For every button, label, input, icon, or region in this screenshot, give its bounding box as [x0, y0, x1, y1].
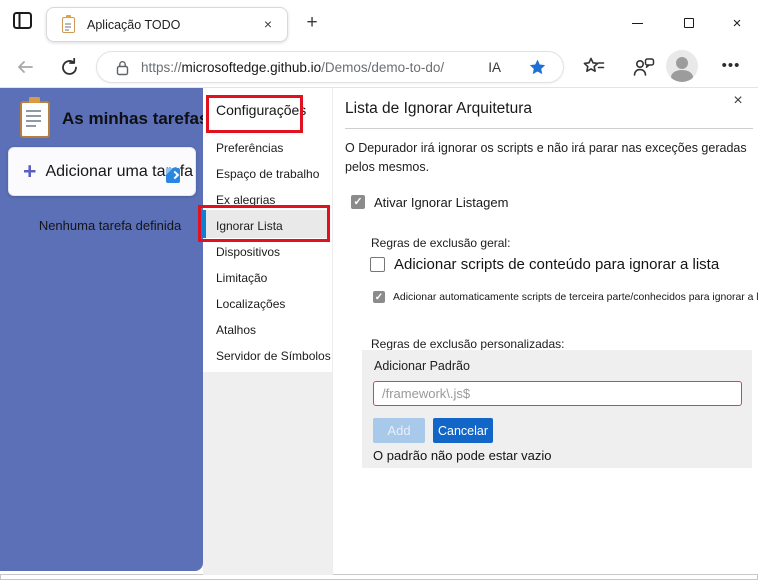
content-scripts-label[interactable]: Adicionar scripts de conteúdo para ignor… — [394, 256, 719, 273]
page-content: As minhas tarefas + Adicionar uma tarefa… — [0, 88, 758, 575]
custom-rules-box: Adicionar Padrão Add Cancelar O padrão n… — [362, 350, 752, 468]
menu-divider — [332, 88, 333, 575]
third-party-label[interactable]: Adicionar automaticamente scripts de ter… — [393, 292, 758, 303]
selected-item-accent-bar — [201, 210, 206, 238]
cancel-button[interactable]: Cancelar — [433, 418, 493, 443]
add-pattern-label: Adicionar Padrão — [374, 359, 470, 373]
tasks-clipboard-icon — [20, 97, 50, 138]
tab-close-icon[interactable]: × — [259, 15, 277, 33]
settings-item-limitacao[interactable]: Limitação — [216, 271, 328, 291]
settings-heading: Configurações — [216, 102, 307, 118]
tab-actions-menu-icon[interactable] — [12, 11, 38, 35]
favorite-star-icon[interactable] — [528, 58, 547, 82]
third-party-checkbox[interactable]: ✓ — [373, 291, 385, 303]
add-button[interactable]: Add — [373, 418, 425, 443]
maximize-icon — [684, 18, 694, 28]
url-protocol: https:// — [141, 60, 182, 75]
settings-item-experiencias[interactable]: Ex alegrias — [216, 193, 328, 213]
settings-more-button[interactable]: ••• — [716, 54, 746, 80]
settings-item-atalhos[interactable]: Atalhos — [216, 323, 328, 343]
tab-title: Aplicação TODO — [87, 18, 181, 32]
general-rules-label: Regras de exclusão geral: — [371, 236, 511, 250]
panel-description: O Depurador irá ignorar os scripts e não… — [345, 141, 747, 174]
avatar-body-icon — [671, 70, 693, 82]
back-button[interactable] — [12, 54, 38, 80]
cursor-badge-icon — [166, 168, 180, 183]
panel-title: Lista de Ignorar Arquitetura — [345, 100, 532, 117]
plus-icon: + — [23, 158, 37, 184]
custom-rules-label: Regras de exclusão personalizadas: — [371, 337, 565, 351]
ia-badge[interactable]: IA — [488, 60, 501, 75]
settings-item-localizacoes[interactable]: Localizações — [216, 297, 328, 317]
empty-tasks-message: Nenhuma tarefa definida — [38, 218, 182, 233]
settings-item-espaco-de-trabalho[interactable]: Espaço de trabalho — [216, 167, 328, 187]
settings-item-preferencias[interactable]: Preferências — [216, 141, 328, 161]
new-tab-button[interactable]: + — [300, 11, 324, 35]
refresh-button[interactable] — [56, 54, 82, 80]
content-scripts-checkbox[interactable] — [370, 257, 385, 272]
star-filled-icon — [529, 59, 546, 75]
favorites-button[interactable] — [580, 53, 608, 81]
settings-item-ignorar-lista[interactable]: Ignorar Lista — [216, 219, 328, 239]
enable-ignore-list-checkbox[interactable]: ✓ — [351, 195, 365, 209]
window-maximize-button[interactable] — [672, 10, 706, 36]
address-bar[interactable]: https://microsoftedge.github.io/Demos/de… — [96, 51, 564, 83]
panel-divider — [345, 128, 753, 129]
settings-item-dispositivos[interactable]: Dispositivos — [216, 245, 328, 265]
tasks-heading: As minhas tarefas — [62, 109, 209, 128]
url-path: /Demos/demo-to-do/ — [321, 60, 445, 75]
back-arrow-icon — [18, 61, 33, 73]
person-chat-icon — [633, 58, 655, 76]
browser-window: Aplicação TODO × + × https://microsofted… — [0, 0, 758, 580]
panel-close-icon[interactable]: × — [727, 90, 749, 112]
pattern-input[interactable] — [373, 381, 742, 406]
avatar-head-icon — [676, 57, 688, 69]
workspaces-icon — [13, 12, 32, 29]
todo-app-favicon-icon — [62, 15, 75, 33]
feedback-button[interactable] — [630, 53, 658, 81]
profile-avatar[interactable] — [666, 50, 698, 82]
settings-menu-column-footer — [203, 372, 332, 575]
minimize-icon — [631, 22, 643, 24]
browser-tab[interactable]: Aplicação TODO × — [46, 7, 288, 42]
refresh-icon — [61, 57, 77, 75]
settings-item-servidor-de-simbolos[interactable]: Servidor de Símbolos — [216, 349, 331, 369]
url-text: https://microsoftedge.github.io/Demos/de… — [141, 60, 444, 75]
pattern-error-message: O padrão não pode estar vazio — [373, 448, 552, 463]
favorites-star-list-icon — [583, 57, 605, 72]
window-minimize-button[interactable] — [620, 10, 654, 36]
browser-toolbar: https://microsoftedge.github.io/Demos/de… — [0, 46, 758, 88]
close-icon: × — [732, 14, 742, 32]
lock-icon — [116, 61, 129, 76]
window-close-button[interactable]: × — [720, 10, 754, 36]
tab-strip: Aplicação TODO × + × — [0, 0, 758, 46]
url-host: microsoftedge.github.io — [181, 60, 322, 75]
enable-ignore-list-label[interactable]: Ativar Ignorar Listagem — [374, 195, 508, 210]
